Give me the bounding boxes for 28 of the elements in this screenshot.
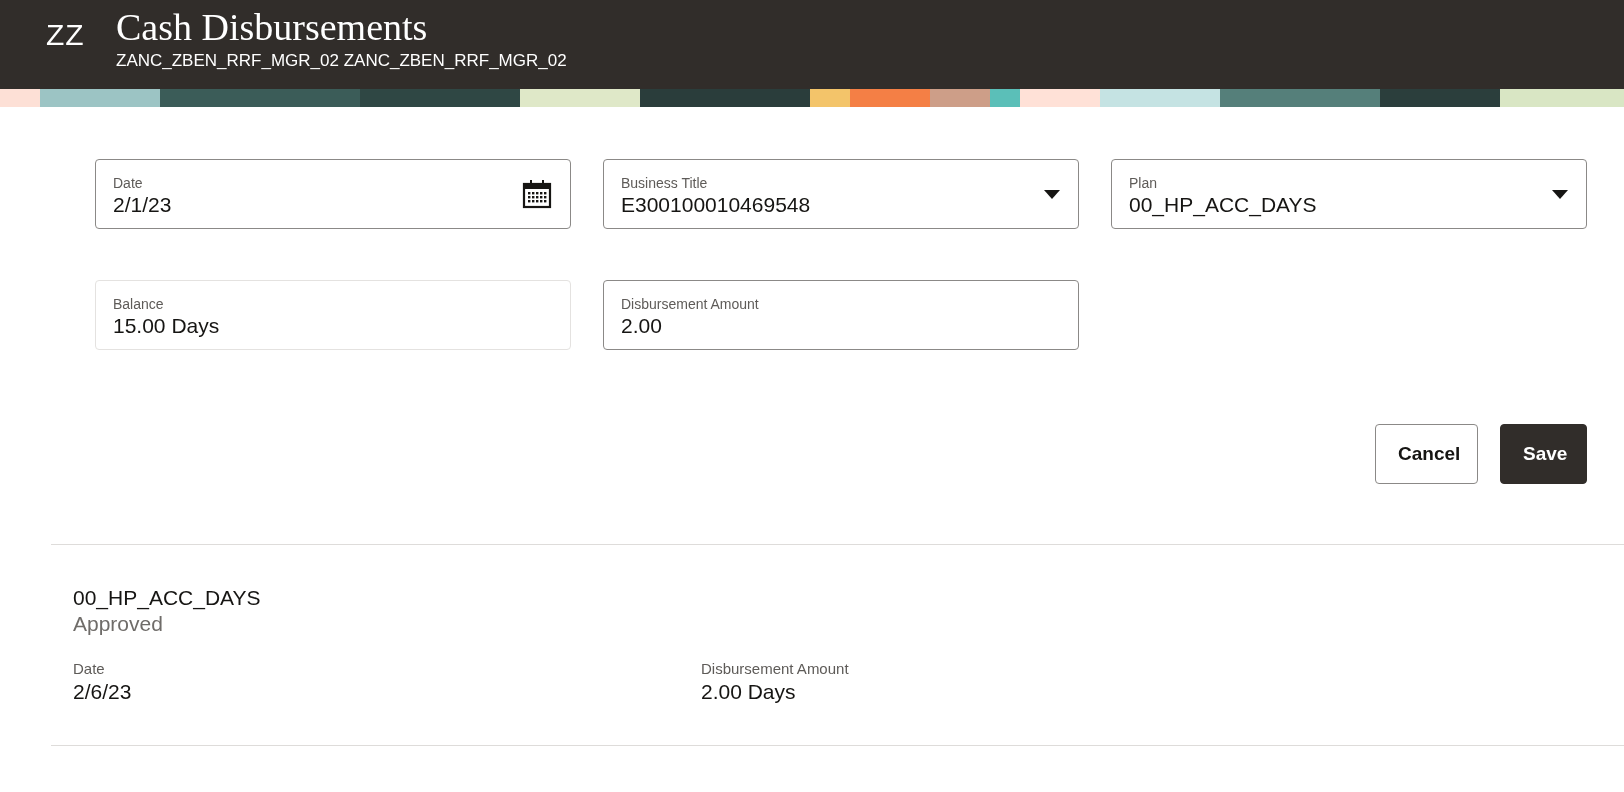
save-button[interactable]: Save xyxy=(1500,424,1587,484)
caret-icon[interactable] xyxy=(1044,189,1060,199)
field-value: 2.00 xyxy=(621,313,663,339)
field-value: 00_HP_ACC_DAYS xyxy=(1129,192,1318,218)
field-label: Disbursement Amount xyxy=(621,295,760,313)
input-field[interactable]: Business Title E300100010469548 xyxy=(603,159,1079,229)
field-label: Business Title xyxy=(621,174,709,192)
detail-value: 2.00 Days xyxy=(701,679,797,705)
record-status: Approved xyxy=(73,611,164,637)
input-field[interactable]: Date 2/1/23 xyxy=(95,159,571,229)
detail-label: Date xyxy=(73,659,106,679)
field-value: 2/1/23 xyxy=(113,192,173,218)
cancel-button[interactable]: Cancel xyxy=(1375,424,1478,484)
field-value: E300100010469548 xyxy=(621,192,812,218)
input-field[interactable]: Plan 00_HP_ACC_DAYS xyxy=(1111,159,1587,229)
page-title: Cash Disbursements xyxy=(116,5,429,50)
input-field[interactable]: Disbursement Amount 2.00 xyxy=(603,280,1079,350)
user-initials: ZZ xyxy=(46,18,86,52)
field-value: 15.00 Days xyxy=(113,313,221,339)
field-label: Balance xyxy=(113,295,165,313)
detail-value: 2/6/23 xyxy=(73,679,133,705)
page-subtitle: ZANC_ZBEN_RRF_MGR_02 ZANC_ZBEN_RRF_MGR_02 xyxy=(116,50,567,72)
calendar-icon[interactable] xyxy=(522,179,552,209)
record-title: 00_HP_ACC_DAYS xyxy=(73,585,262,611)
detail-label: Disbursement Amount xyxy=(701,659,850,679)
field-label: Date xyxy=(113,174,144,192)
caret-icon[interactable] xyxy=(1552,189,1568,199)
field-label: Plan xyxy=(1129,174,1159,192)
